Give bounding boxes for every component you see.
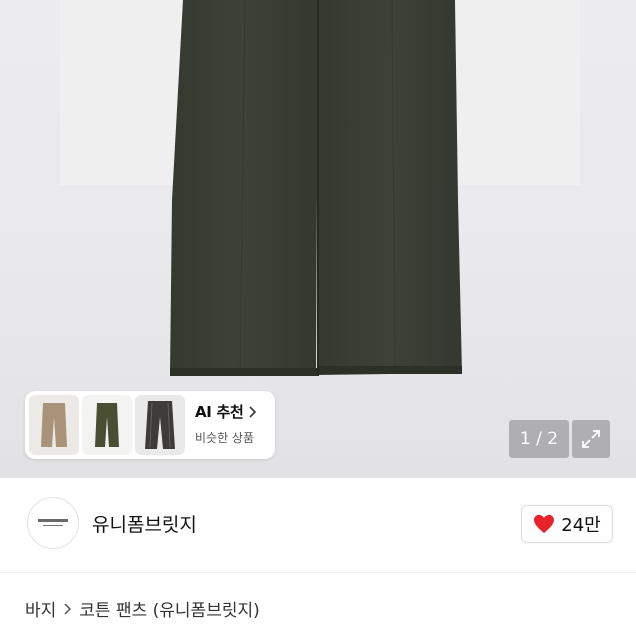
ai-recommend-title-row[interactable]: AI 추천 <box>195 401 258 422</box>
recommend-thumb-beige[interactable] <box>29 395 79 455</box>
heart-icon <box>534 514 555 534</box>
recommend-thumb-charcoal[interactable] <box>135 395 185 455</box>
ai-recommend-text: AI 추천 비슷한 상품 <box>195 401 258 446</box>
breadcrumb-item-subcategory[interactable]: 코튼 팬츠 (유니폼브릿지) <box>79 596 259 621</box>
shop-name[interactable]: 유니폼브릿지 <box>92 510 197 537</box>
breadcrumb: 바지 코튼 팬츠 (유니폼브릿지) <box>25 596 260 621</box>
chevron-right-icon <box>64 602 72 615</box>
breadcrumb-item-category[interactable]: 바지 <box>25 596 56 621</box>
recommend-thumb-olive[interactable] <box>82 395 132 455</box>
image-page-counter: 1 / 2 <box>509 420 569 458</box>
pants-thumb-icon <box>145 401 175 449</box>
expand-image-button[interactable] <box>572 420 610 458</box>
section-divider <box>0 572 636 573</box>
like-count: 24만 <box>561 515 601 536</box>
shop-logo-mark <box>38 519 68 526</box>
ai-recommend-card[interactable]: AI 추천 비슷한 상품 <box>25 391 275 459</box>
product-image-gallery[interactable]: AI 추천 비슷한 상품 1 / 2 <box>0 0 636 478</box>
chevron-right-icon <box>248 405 256 418</box>
pants-thumb-icon <box>95 403 119 447</box>
like-button[interactable]: 24만 <box>521 505 613 543</box>
ai-recommend-title: AI 추천 <box>195 403 244 421</box>
ai-recommend-subtitle: 비슷한 상품 <box>195 431 255 445</box>
expand-icon <box>582 430 600 448</box>
pants-thumb-icon <box>41 403 67 447</box>
shop-logo[interactable] <box>27 497 79 549</box>
